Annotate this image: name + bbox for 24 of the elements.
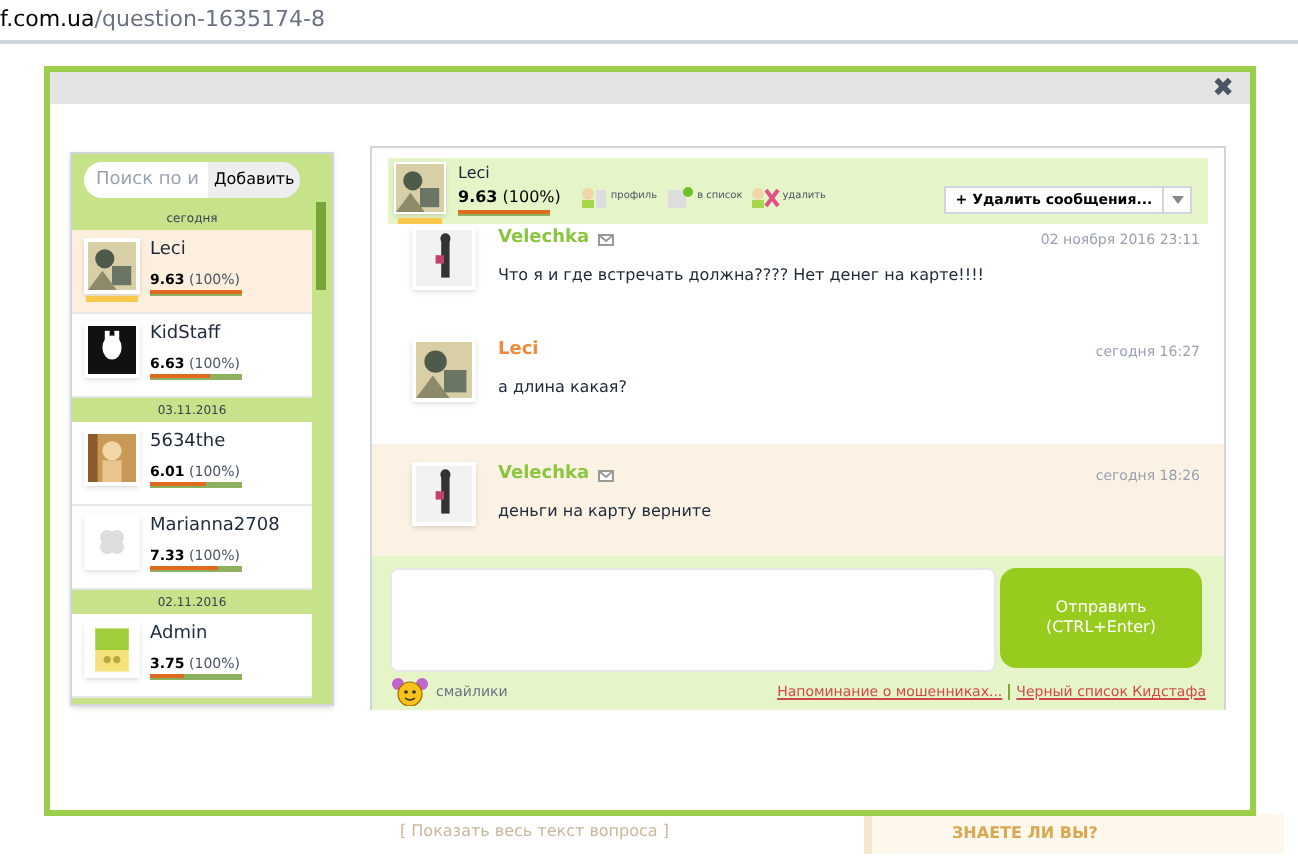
contact-name: Leci (150, 238, 188, 264)
status-badge (86, 296, 138, 302)
delete-user-icon[interactable] (750, 186, 781, 210)
contact-name: 5634the (150, 430, 228, 456)
status-badge (398, 218, 442, 224)
add-button[interactable]: Добавить (208, 162, 301, 198)
profile-icon[interactable] (578, 186, 609, 210)
contact-name[interactable]: Leci (458, 162, 827, 186)
smiley-icon[interactable] (390, 678, 430, 706)
caret-icon (1162, 188, 1190, 212)
contact-name: KidStaff (150, 322, 223, 348)
message-text: а длина какая? (498, 375, 629, 399)
scrollbar[interactable] (316, 202, 326, 290)
add-to-list-icon[interactable] (665, 186, 696, 210)
message-text: Что я и где встречать должна???? Нет денег на карте!!!! (498, 263, 986, 287)
contact-name: Admin (150, 622, 210, 648)
widget-title: ЗНАЕТЕ ЛИ ВЫ? (952, 822, 1098, 846)
contact-name: Marianna2708 (150, 514, 280, 540)
search-field[interactable]: Поиск по и (84, 162, 208, 198)
rating: 9.63 (100%) (458, 186, 561, 210)
address-text[interactable]: f.com.ua/question-1635174-8 (0, 3, 325, 37)
message-input[interactable] (390, 568, 996, 672)
close-button[interactable]: ✖ (1212, 75, 1234, 101)
message-text: деньги на карту верните (498, 499, 713, 523)
